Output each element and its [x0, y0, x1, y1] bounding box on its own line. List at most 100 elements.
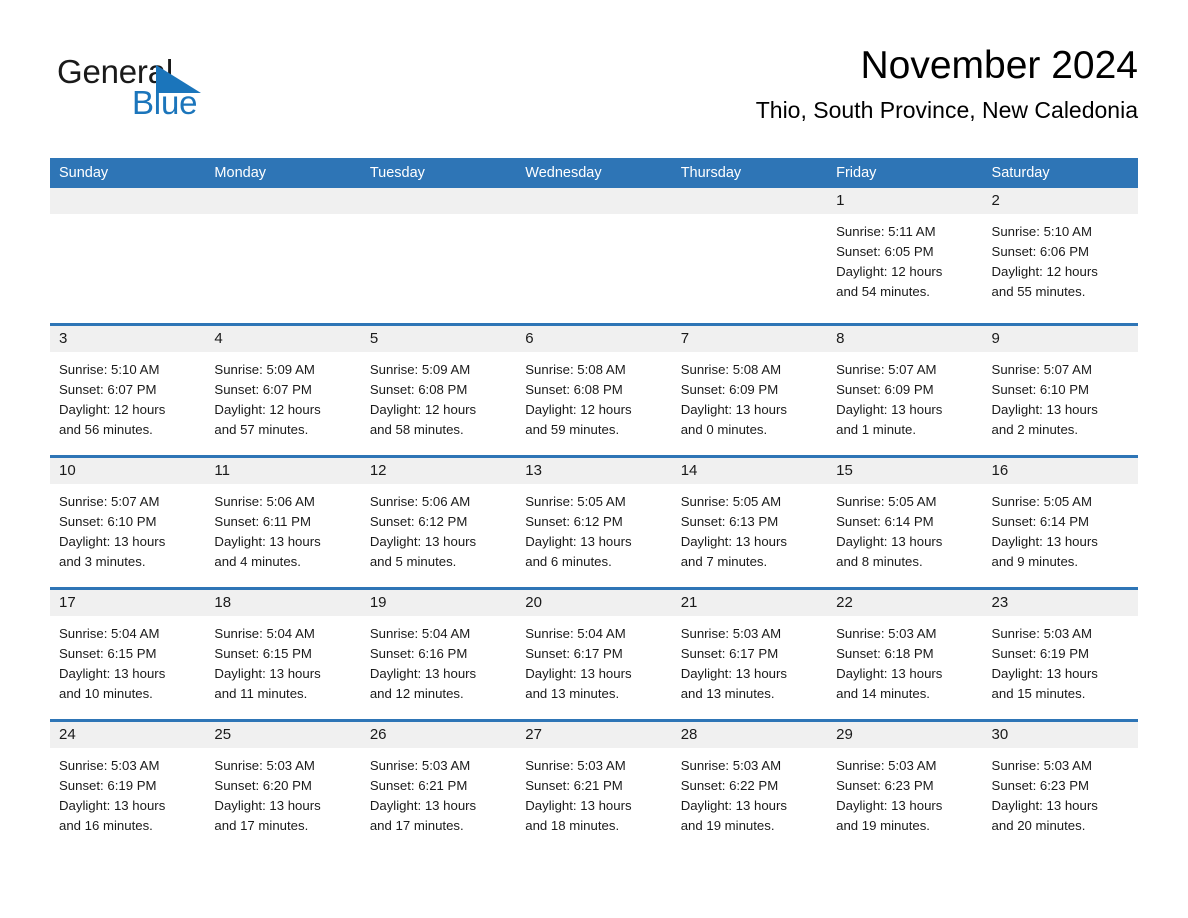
sunset-text: Sunset: 6:17 PM: [680, 646, 779, 661]
daylight-text: Daylight: 13 hours: [525, 798, 632, 813]
daylight-text-cont: and 1 minute.: [836, 422, 917, 437]
sunset-text: Sunset: 6:09 PM: [680, 382, 779, 397]
day-cell[interactable]: 20 Sunrise: 5:04 AM Sunset: 6:17 PM Dayligh…: [516, 590, 672, 719]
day-cell-empty: [360, 188, 517, 323]
sunrise-text: Sunrise: 5:10 AM: [59, 362, 160, 377]
day-number-band: 6: [516, 326, 672, 352]
day-cell[interactable]: 27 Sunrise: 5:03 AM Sunset: 6:21 PM Dayligh…: [516, 722, 672, 851]
daylight-text: Daylight: 13 hours: [369, 534, 477, 549]
day-number: 25: [214, 726, 232, 743]
day-cell[interactable]: 3 Sunrise: 5:10 AM Sunset: 6:07 PM Daylight…: [50, 326, 206, 455]
day-cell[interactable]: 4 Sunrise: 5:09 AM Sunset: 6:07 PM Daylight…: [205, 326, 361, 455]
day-cell[interactable]: 10 Sunrise: 5:07 AM Sunset: 6:10 PM Dayligh…: [50, 458, 206, 587]
day-details: Sunrise: 5:04 AM Sunset: 6:17 PM Daylight:…: [516, 616, 671, 704]
day-cell[interactable]: 12 Sunrise: 5:06 AM Sunset: 6:12 PM Dayligh…: [360, 458, 517, 587]
sunrise-text: Sunrise: 5:07 AM: [59, 494, 160, 509]
day-cell[interactable]: 9 Sunrise: 5:07 AM Sunset: 6:10 PM Daylight…: [982, 326, 1138, 455]
day-cell-empty: [50, 188, 206, 323]
day-number-band: 22: [827, 590, 983, 616]
sunrise-text: Sunrise: 5:03 AM: [991, 626, 1092, 641]
sunset-text: Sunset: 6:16 PM: [369, 646, 468, 661]
day-cell[interactable]: 30 Sunrise: 5:03 AM Sunset: 6:23 PM Dayligh…: [982, 722, 1138, 851]
sunrise-text: Sunrise: 5:07 AM: [991, 362, 1092, 377]
daylight-text: Daylight: 13 hours: [525, 666, 632, 681]
day-details: Sunrise: 5:03 AM Sunset: 6:19 PM Daylight:…: [50, 748, 205, 836]
sunrise-text: Sunrise: 5:05 AM: [525, 494, 626, 509]
brand-logo[interactable]: General Blue: [57, 54, 317, 132]
day-number-band: 25: [205, 722, 361, 748]
day-cell[interactable]: 29 Sunrise: 5:03 AM Sunset: 6:23 PM Dayligh…: [827, 722, 983, 851]
day-cell[interactable]: 21 Sunrise: 5:03 AM Sunset: 6:17 PM Dayligh…: [671, 590, 828, 719]
daylight-text-cont: and 11 minutes.: [214, 686, 308, 701]
day-cell[interactable]: 11 Sunrise: 5:06 AM Sunset: 6:11 PM Dayligh…: [205, 458, 361, 587]
day-number-band: 23: [982, 590, 1138, 616]
sunset-text: Sunset: 6:23 PM: [836, 778, 934, 793]
day-cell[interactable]: 16 Sunrise: 5:05 AM Sunset: 6:14 PM Dayligh…: [982, 458, 1138, 587]
day-cell[interactable]: 25 Sunrise: 5:03 AM Sunset: 6:20 PM Dayligh…: [205, 722, 361, 851]
day-number-band: 21: [671, 590, 828, 616]
day-details: Sunrise: 5:03 AM Sunset: 6:18 PM Daylight:…: [827, 616, 982, 704]
day-details: Sunrise: 5:09 AM Sunset: 6:08 PM Daylight:…: [361, 352, 516, 440]
day-number-band: 19: [360, 590, 517, 616]
day-details: Sunrise: 5:11 AM Sunset: 6:05 PM Daylight:…: [827, 214, 982, 302]
sunset-text: Sunset: 6:19 PM: [991, 646, 1090, 661]
sunrise-text: Sunrise: 5:03 AM: [525, 758, 626, 773]
daylight-text-cont: and 54 minutes.: [836, 284, 930, 299]
daylight-text: Daylight: 13 hours: [59, 534, 166, 549]
day-number: 14: [680, 462, 698, 479]
day-cell[interactable]: 17 Sunrise: 5:04 AM Sunset: 6:15 PM Dayligh…: [50, 590, 206, 719]
weekday-header-friday: Friday: [836, 165, 877, 181]
daylight-text-cont: and 9 minutes.: [991, 554, 1079, 569]
day-details: Sunrise: 5:07 AM Sunset: 6:10 PM Daylight:…: [50, 484, 205, 572]
day-number: 7: [680, 330, 690, 347]
day-cell[interactable]: 8 Sunrise: 5:07 AM Sunset: 6:09 PM Daylight…: [827, 326, 983, 455]
day-number-band: [50, 188, 206, 214]
day-number: 13: [525, 462, 542, 479]
day-number-band: 29: [827, 722, 983, 748]
day-number: 29: [836, 726, 853, 743]
day-cell[interactable]: 26 Sunrise: 5:03 AM Sunset: 6:21 PM Dayligh…: [360, 722, 517, 851]
daylight-text: Daylight: 13 hours: [59, 666, 166, 681]
day-cell[interactable]: 18 Sunrise: 5:04 AM Sunset: 6:15 PM Dayligh…: [205, 590, 361, 719]
day-cell[interactable]: 2 Sunrise: 5:10 AM Sunset: 6:06 PM Daylight…: [982, 188, 1138, 323]
sunset-text: Sunset: 6:23 PM: [991, 778, 1090, 793]
day-number-band: 16: [982, 458, 1138, 484]
day-number: 12: [369, 462, 387, 479]
daylight-text-cont: and 17 minutes.: [369, 818, 464, 833]
day-number-band: 10: [50, 458, 206, 484]
sunrise-text: Sunrise: 5:08 AM: [680, 362, 782, 377]
daylight-text-cont: and 19 minutes.: [680, 818, 775, 833]
sunrise-text: Sunrise: 5:04 AM: [525, 626, 626, 641]
day-number: 18: [214, 594, 232, 611]
sunrise-text: Sunrise: 5:04 AM: [59, 626, 160, 641]
sunrise-text: Sunrise: 5:03 AM: [836, 626, 937, 641]
day-cell[interactable]: 15 Sunrise: 5:05 AM Sunset: 6:14 PM Dayligh…: [827, 458, 983, 587]
day-cell[interactable]: 28 Sunrise: 5:03 AM Sunset: 6:22 PM Dayligh…: [671, 722, 828, 851]
sunrise-text: Sunrise: 5:07 AM: [836, 362, 937, 377]
day-number-band: 15: [827, 458, 983, 484]
day-cell[interactable]: 7 Sunrise: 5:08 AM Sunset: 6:09 PM Daylight…: [671, 326, 828, 455]
day-details: [361, 214, 516, 222]
day-cell[interactable]: 14 Sunrise: 5:05 AM Sunset: 6:13 PM Dayligh…: [671, 458, 828, 587]
day-cell[interactable]: 6 Sunrise: 5:08 AM Sunset: 6:08 PM Daylight…: [516, 326, 672, 455]
daylight-text: Daylight: 13 hours: [59, 798, 166, 813]
day-cell[interactable]: 23 Sunrise: 5:03 AM Sunset: 6:19 PM Dayligh…: [982, 590, 1138, 719]
day-cell[interactable]: 1 Sunrise: 5:11 AM Sunset: 6:05 PM Daylight…: [827, 188, 983, 323]
day-number: 11: [214, 462, 230, 479]
day-cell[interactable]: 22 Sunrise: 5:03 AM Sunset: 6:18 PM Dayligh…: [827, 590, 983, 719]
day-number-band: 27: [516, 722, 672, 748]
sunrise-text: Sunrise: 5:05 AM: [836, 494, 937, 509]
day-cell[interactable]: 19 Sunrise: 5:04 AM Sunset: 6:16 PM Dayligh…: [360, 590, 517, 719]
day-number-band: [205, 188, 361, 214]
daylight-text-cont: and 5 minutes.: [369, 554, 457, 569]
sunset-text: Sunset: 6:17 PM: [525, 646, 623, 661]
day-cell[interactable]: 5 Sunrise: 5:09 AM Sunset: 6:08 PM Daylight…: [360, 326, 517, 455]
calendar-grid: Sunday Monday Tuesday Wednesday Thursday…: [50, 158, 1138, 851]
daylight-text: Daylight: 13 hours: [836, 666, 943, 681]
day-number: 21: [680, 594, 698, 611]
sunset-text: Sunset: 6:11 PM: [214, 514, 311, 529]
day-cell[interactable]: 24 Sunrise: 5:03 AM Sunset: 6:19 PM Dayligh…: [50, 722, 206, 851]
day-cell-empty: [516, 188, 672, 323]
sunset-text: Sunset: 6:19 PM: [59, 778, 157, 793]
day-cell[interactable]: 13 Sunrise: 5:05 AM Sunset: 6:12 PM Dayligh…: [516, 458, 672, 587]
